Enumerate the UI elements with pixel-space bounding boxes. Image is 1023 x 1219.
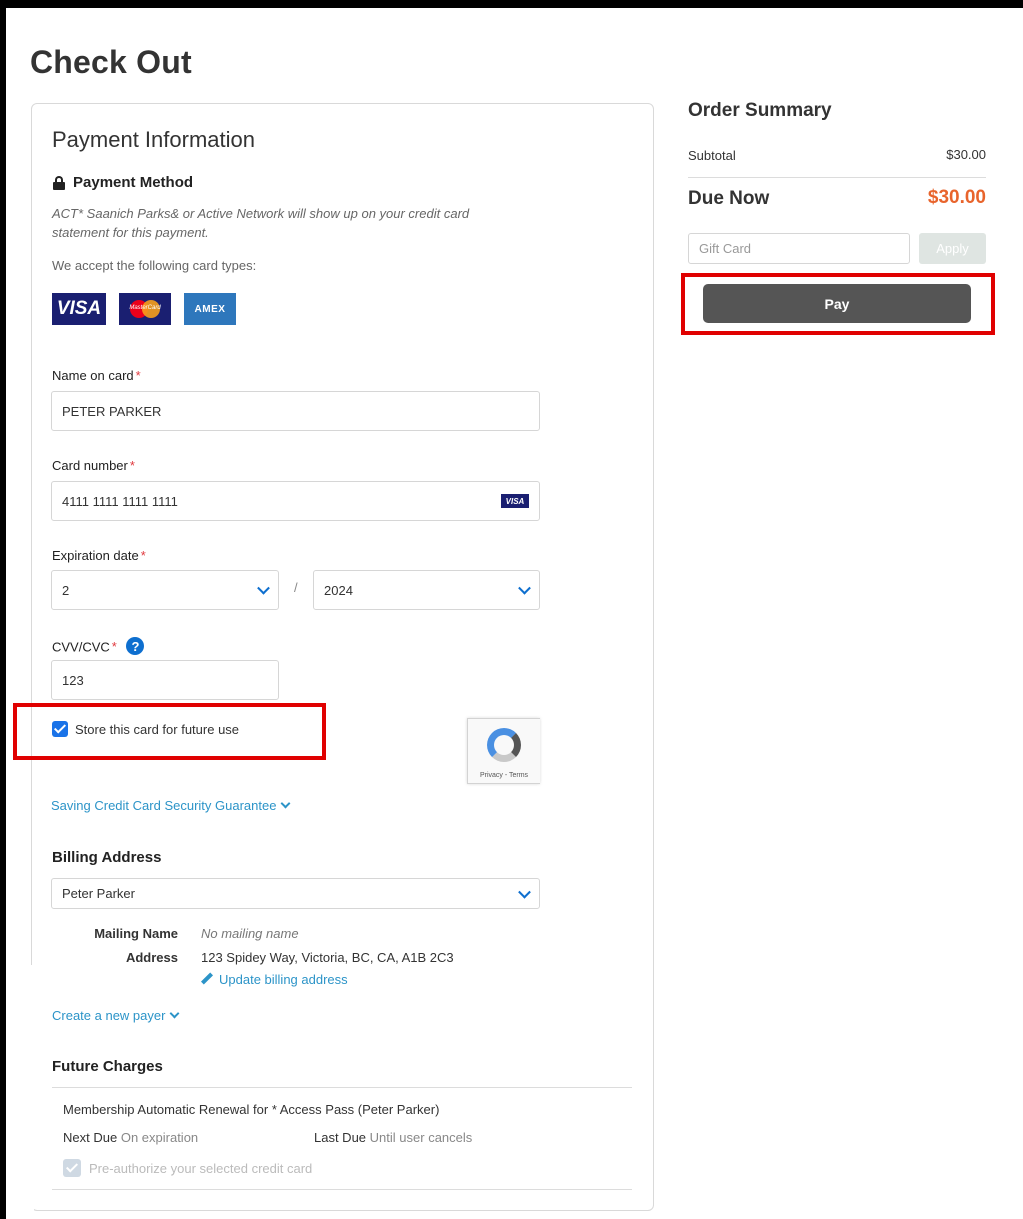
card-brand-icon: VISA: [501, 494, 529, 508]
page-title: Check Out: [30, 44, 192, 80]
name-on-card-input[interactable]: PETER PARKER: [51, 391, 540, 431]
expiration-year-select[interactable]: 2024: [313, 570, 540, 610]
highlight-box-store-card: [13, 703, 326, 760]
statement-note: ACT* Saanich Parks& or Active Network wi…: [52, 206, 470, 240]
last-due-row: Last Due Until user cancels: [314, 1130, 472, 1145]
accepted-cards-text: We accept the following card types:: [52, 258, 257, 273]
required-mark: *: [135, 368, 141, 383]
chevron-down-icon: [518, 885, 531, 899]
accepted-card-logos: VISA MasterCard AMEX: [52, 293, 236, 325]
required-mark: *: [140, 548, 146, 563]
required-mark: *: [129, 458, 135, 473]
mailing-name-label: Mailing Name: [94, 926, 178, 941]
billing-address-title: Billing Address: [52, 849, 162, 866]
next-due-label: Next Due: [63, 1130, 118, 1145]
highlight-box-pay: [681, 273, 995, 335]
due-now-label: Due Now: [688, 188, 770, 209]
mastercard-logo: MasterCard: [119, 293, 171, 325]
last-due-label: Last Due: [314, 1130, 367, 1145]
recaptcha-icon: [487, 728, 521, 762]
billing-payer-select[interactable]: Peter Parker: [51, 878, 540, 909]
help-icon[interactable]: ?: [126, 637, 145, 655]
card-border-gap: [24, 965, 34, 1215]
cvv-label: CVV/CVC * ?: [52, 637, 145, 657]
chevron-down-icon: [257, 581, 270, 595]
payment-information-title: Payment Information: [52, 127, 255, 152]
chevron-down-icon: [281, 798, 291, 809]
due-now-value: $30.00: [927, 187, 986, 208]
name-on-card-value: PETER PARKER: [62, 403, 162, 419]
address-value: 123 Spidey Way, Victoria, BC, CA, A1B 2C…: [201, 950, 454, 965]
card-number-input[interactable]: 4111 1111 1111 1111 VISA: [51, 481, 540, 521]
cvv-input[interactable]: 123: [51, 660, 279, 700]
preauthorize-label: Pre-authorize your selected credit card: [89, 1160, 313, 1176]
expiration-month-value: 2: [62, 582, 70, 598]
visa-logo: VISA: [52, 293, 106, 325]
preauthorize-checkbox: [63, 1159, 81, 1177]
next-due-row: Next Due On expiration: [63, 1130, 198, 1145]
chevron-down-icon: [518, 581, 531, 595]
preauthorize-option: Pre-authorize your selected credit card: [63, 1159, 312, 1177]
apply-button[interactable]: Apply: [919, 233, 986, 264]
expiration-month-select[interactable]: 2: [51, 570, 279, 610]
payment-method-heading: Payment Method: [53, 174, 193, 191]
expiration-date-label: Expiration date *: [52, 548, 146, 563]
divider: [52, 1189, 632, 1190]
update-billing-address-link[interactable]: Update billing address: [201, 972, 348, 987]
create-new-payer-link[interactable]: Create a new payer: [52, 1008, 180, 1023]
gift-card-input[interactable]: Gift Card: [688, 233, 910, 264]
window-border-left: [0, 0, 6, 1219]
divider: [688, 177, 986, 178]
security-guarantee-link[interactable]: Saving Credit Card Security Guarantee: [51, 798, 291, 813]
expiration-separator: /: [294, 580, 298, 595]
window-border-top: [0, 0, 1023, 8]
address-label: Address: [125, 950, 178, 965]
future-charge-item: Membership Automatic Renewal for * Acces…: [63, 1102, 440, 1117]
next-due-value: On expiration: [120, 1130, 199, 1145]
subtotal-label: Subtotal: [688, 148, 736, 163]
lock-icon: [53, 175, 65, 190]
divider: [52, 1087, 632, 1088]
card-number-value: 4111 1111 1111 1111: [62, 493, 178, 509]
pencil-icon: [201, 973, 213, 985]
expiration-year-value: 2024: [324, 582, 353, 598]
card-number-label: Card number *: [52, 458, 135, 473]
order-summary-title: Order Summary: [688, 100, 832, 121]
name-on-card-label: Name on card *: [52, 368, 141, 383]
amex-logo: AMEX: [184, 293, 236, 325]
last-due-value: Until user cancels: [369, 1130, 473, 1145]
recaptcha-links[interactable]: Privacy - Terms: [468, 772, 540, 779]
cvv-value: 123: [62, 672, 84, 688]
required-mark: *: [111, 639, 117, 655]
chevron-down-icon: [170, 1008, 180, 1019]
future-charges-title: Future Charges: [52, 1058, 163, 1075]
billing-payer-value: Peter Parker: [62, 886, 135, 901]
payment-method-label: Payment Method: [73, 174, 194, 191]
mailing-name-value: No mailing name: [201, 926, 299, 941]
recaptcha-widget[interactable]: Privacy - Terms: [467, 718, 540, 784]
subtotal-value: $30.00: [946, 147, 986, 162]
